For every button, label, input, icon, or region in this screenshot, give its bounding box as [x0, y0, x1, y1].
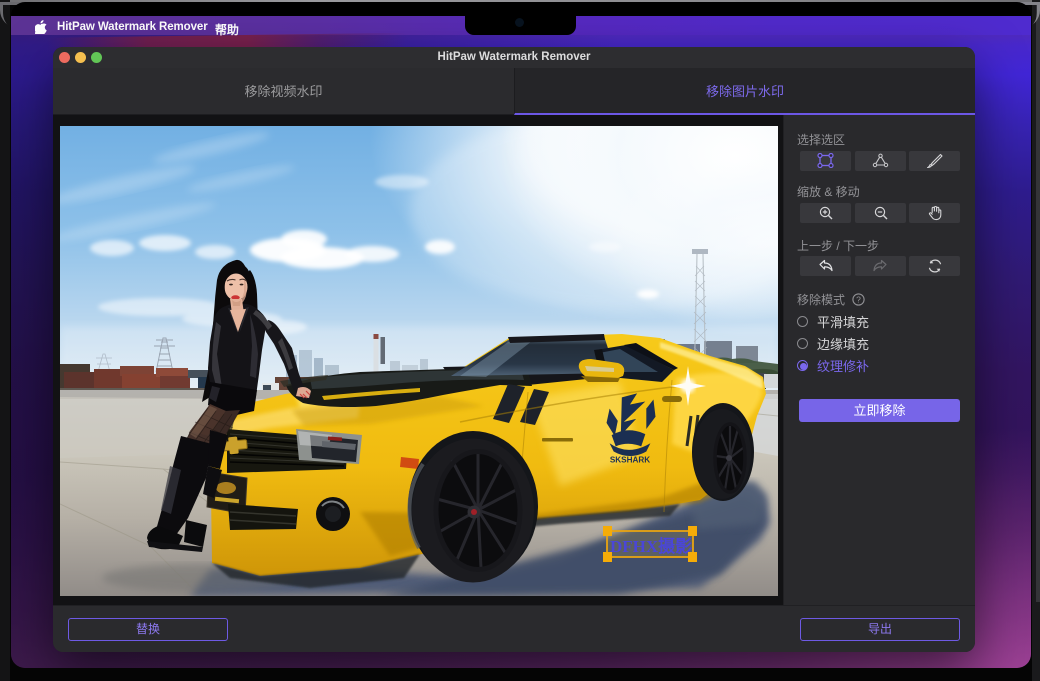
svg-text:DFHX摄影: DFHX摄影: [610, 536, 692, 556]
svg-text:?: ?: [856, 294, 861, 304]
svg-text:SKSHARK: SKSHARK: [609, 455, 649, 464]
